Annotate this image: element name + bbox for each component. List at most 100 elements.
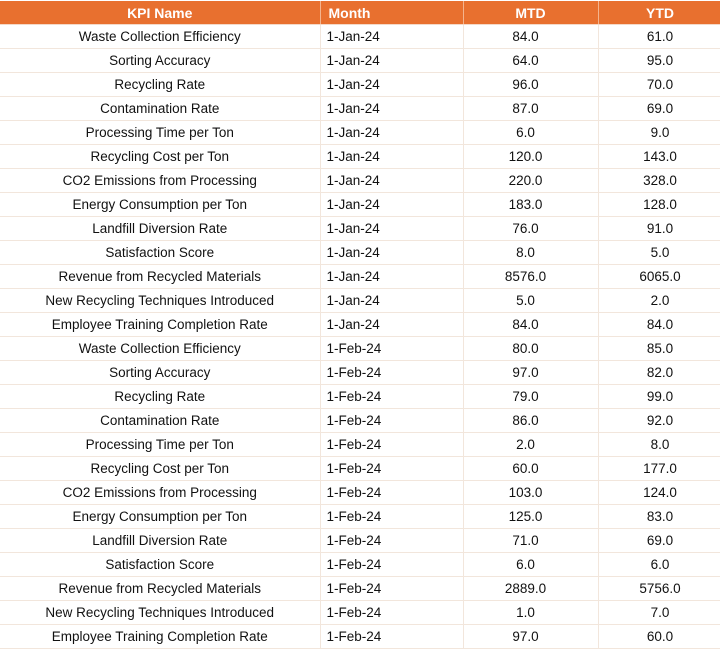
kpi-name-cell[interactable]: Recycling Rate <box>0 72 321 97</box>
month-cell[interactable]: 1-Jan-24 <box>320 192 464 217</box>
month-cell[interactable]: 1-Feb-24 <box>320 600 464 625</box>
mtd-cell[interactable]: 1.0 <box>463 600 599 625</box>
ytd-cell[interactable]: 143.0 <box>598 144 720 169</box>
ytd-cell[interactable]: 60.0 <box>598 624 720 649</box>
kpi-name-cell[interactable]: Waste Collection Efficiency <box>0 24 321 49</box>
mtd-cell[interactable]: 79.0 <box>463 384 599 409</box>
mtd-cell[interactable]: 8.0 <box>463 240 599 265</box>
mtd-cell[interactable]: 103.0 <box>463 480 599 505</box>
header-kpi-name[interactable]: KPI Name <box>0 1 321 25</box>
ytd-cell[interactable]: 69.0 <box>598 528 720 553</box>
mtd-cell[interactable]: 183.0 <box>463 192 599 217</box>
mtd-cell[interactable]: 76.0 <box>463 216 599 241</box>
kpi-name-cell[interactable]: Recycling Cost per Ton <box>0 144 321 169</box>
month-cell[interactable]: 1-Feb-24 <box>320 336 464 361</box>
ytd-cell[interactable]: 7.0 <box>598 600 720 625</box>
kpi-name-cell[interactable]: Employee Training Completion Rate <box>0 624 321 649</box>
ytd-cell[interactable]: 69.0 <box>598 96 720 121</box>
kpi-name-cell[interactable]: Waste Collection Efficiency <box>0 336 321 361</box>
month-cell[interactable]: 1-Jan-24 <box>320 120 464 145</box>
month-cell[interactable]: 1-Feb-24 <box>320 552 464 577</box>
ytd-cell[interactable]: 95.0 <box>598 48 720 73</box>
mtd-cell[interactable]: 2889.0 <box>463 576 599 601</box>
month-cell[interactable]: 1-Jan-24 <box>320 240 464 265</box>
ytd-cell[interactable]: 177.0 <box>598 456 720 481</box>
kpi-name-cell[interactable]: CO2 Emissions from Processing <box>0 480 321 505</box>
kpi-name-cell[interactable]: Satisfaction Score <box>0 552 321 577</box>
month-cell[interactable]: 1-Feb-24 <box>320 504 464 529</box>
kpi-name-cell[interactable]: Landfill Diversion Rate <box>0 216 321 241</box>
mtd-cell[interactable]: 8576.0 <box>463 264 599 289</box>
kpi-name-cell[interactable]: Energy Consumption per Ton <box>0 504 321 529</box>
kpi-name-cell[interactable]: Landfill Diversion Rate <box>0 528 321 553</box>
kpi-name-cell[interactable]: Sorting Accuracy <box>0 360 321 385</box>
month-cell[interactable]: 1-Jan-24 <box>320 144 464 169</box>
kpi-name-cell[interactable]: CO2 Emissions from Processing <box>0 168 321 193</box>
mtd-cell[interactable]: 125.0 <box>463 504 599 529</box>
kpi-name-cell[interactable]: Contamination Rate <box>0 96 321 121</box>
ytd-cell[interactable]: 61.0 <box>598 24 720 49</box>
month-cell[interactable]: 1-Feb-24 <box>320 384 464 409</box>
mtd-cell[interactable]: 97.0 <box>463 624 599 649</box>
ytd-cell[interactable]: 70.0 <box>598 72 720 97</box>
kpi-name-cell[interactable]: Recycling Rate <box>0 384 321 409</box>
month-cell[interactable]: 1-Feb-24 <box>320 624 464 649</box>
month-cell[interactable]: 1-Feb-24 <box>320 456 464 481</box>
month-cell[interactable]: 1-Jan-24 <box>320 24 464 49</box>
kpi-name-cell[interactable]: Satisfaction Score <box>0 240 321 265</box>
mtd-cell[interactable]: 5.0 <box>463 288 599 313</box>
kpi-name-cell[interactable]: Contamination Rate <box>0 408 321 433</box>
mtd-cell[interactable]: 60.0 <box>463 456 599 481</box>
kpi-name-cell[interactable]: Revenue from Recycled Materials <box>0 576 321 601</box>
mtd-cell[interactable]: 86.0 <box>463 408 599 433</box>
ytd-cell[interactable]: 328.0 <box>598 168 720 193</box>
ytd-cell[interactable]: 83.0 <box>598 504 720 529</box>
month-cell[interactable]: 1-Feb-24 <box>320 576 464 601</box>
mtd-cell[interactable]: 84.0 <box>463 24 599 49</box>
month-cell[interactable]: 1-Jan-24 <box>320 168 464 193</box>
ytd-cell[interactable]: 9.0 <box>598 120 720 145</box>
month-cell[interactable]: 1-Feb-24 <box>320 360 464 385</box>
kpi-name-cell[interactable]: Employee Training Completion Rate <box>0 312 321 337</box>
ytd-cell[interactable]: 5.0 <box>598 240 720 265</box>
ytd-cell[interactable]: 91.0 <box>598 216 720 241</box>
month-cell[interactable]: 1-Feb-24 <box>320 480 464 505</box>
mtd-cell[interactable]: 6.0 <box>463 552 599 577</box>
header-mtd[interactable]: MTD <box>463 1 599 25</box>
ytd-cell[interactable]: 6.0 <box>598 552 720 577</box>
header-ytd[interactable]: YTD <box>598 1 720 25</box>
kpi-name-cell[interactable]: Sorting Accuracy <box>0 48 321 73</box>
kpi-name-cell[interactable]: Processing Time per Ton <box>0 120 321 145</box>
month-cell[interactable]: 1-Jan-24 <box>320 48 464 73</box>
month-cell[interactable]: 1-Jan-24 <box>320 312 464 337</box>
month-cell[interactable]: 1-Feb-24 <box>320 408 464 433</box>
mtd-cell[interactable]: 80.0 <box>463 336 599 361</box>
kpi-name-cell[interactable]: Energy Consumption per Ton <box>0 192 321 217</box>
month-cell[interactable]: 1-Jan-24 <box>320 288 464 313</box>
ytd-cell[interactable]: 92.0 <box>598 408 720 433</box>
ytd-cell[interactable]: 6065.0 <box>598 264 720 289</box>
mtd-cell[interactable]: 97.0 <box>463 360 599 385</box>
ytd-cell[interactable]: 8.0 <box>598 432 720 457</box>
ytd-cell[interactable]: 5756.0 <box>598 576 720 601</box>
month-cell[interactable]: 1-Feb-24 <box>320 432 464 457</box>
kpi-name-cell[interactable]: Revenue from Recycled Materials <box>0 264 321 289</box>
month-cell[interactable]: 1-Jan-24 <box>320 216 464 241</box>
mtd-cell[interactable]: 120.0 <box>463 144 599 169</box>
ytd-cell[interactable]: 99.0 <box>598 384 720 409</box>
ytd-cell[interactable]: 85.0 <box>598 336 720 361</box>
kpi-name-cell[interactable]: New Recycling Techniques Introduced <box>0 600 321 625</box>
kpi-name-cell[interactable]: Processing Time per Ton <box>0 432 321 457</box>
month-cell[interactable]: 1-Feb-24 <box>320 528 464 553</box>
mtd-cell[interactable]: 96.0 <box>463 72 599 97</box>
mtd-cell[interactable]: 6.0 <box>463 120 599 145</box>
mtd-cell[interactable]: 2.0 <box>463 432 599 457</box>
ytd-cell[interactable]: 84.0 <box>598 312 720 337</box>
mtd-cell[interactable]: 84.0 <box>463 312 599 337</box>
header-month[interactable]: Month <box>320 1 464 25</box>
month-cell[interactable]: 1-Jan-24 <box>320 72 464 97</box>
month-cell[interactable]: 1-Jan-24 <box>320 264 464 289</box>
mtd-cell[interactable]: 87.0 <box>463 96 599 121</box>
mtd-cell[interactable]: 220.0 <box>463 168 599 193</box>
ytd-cell[interactable]: 2.0 <box>598 288 720 313</box>
